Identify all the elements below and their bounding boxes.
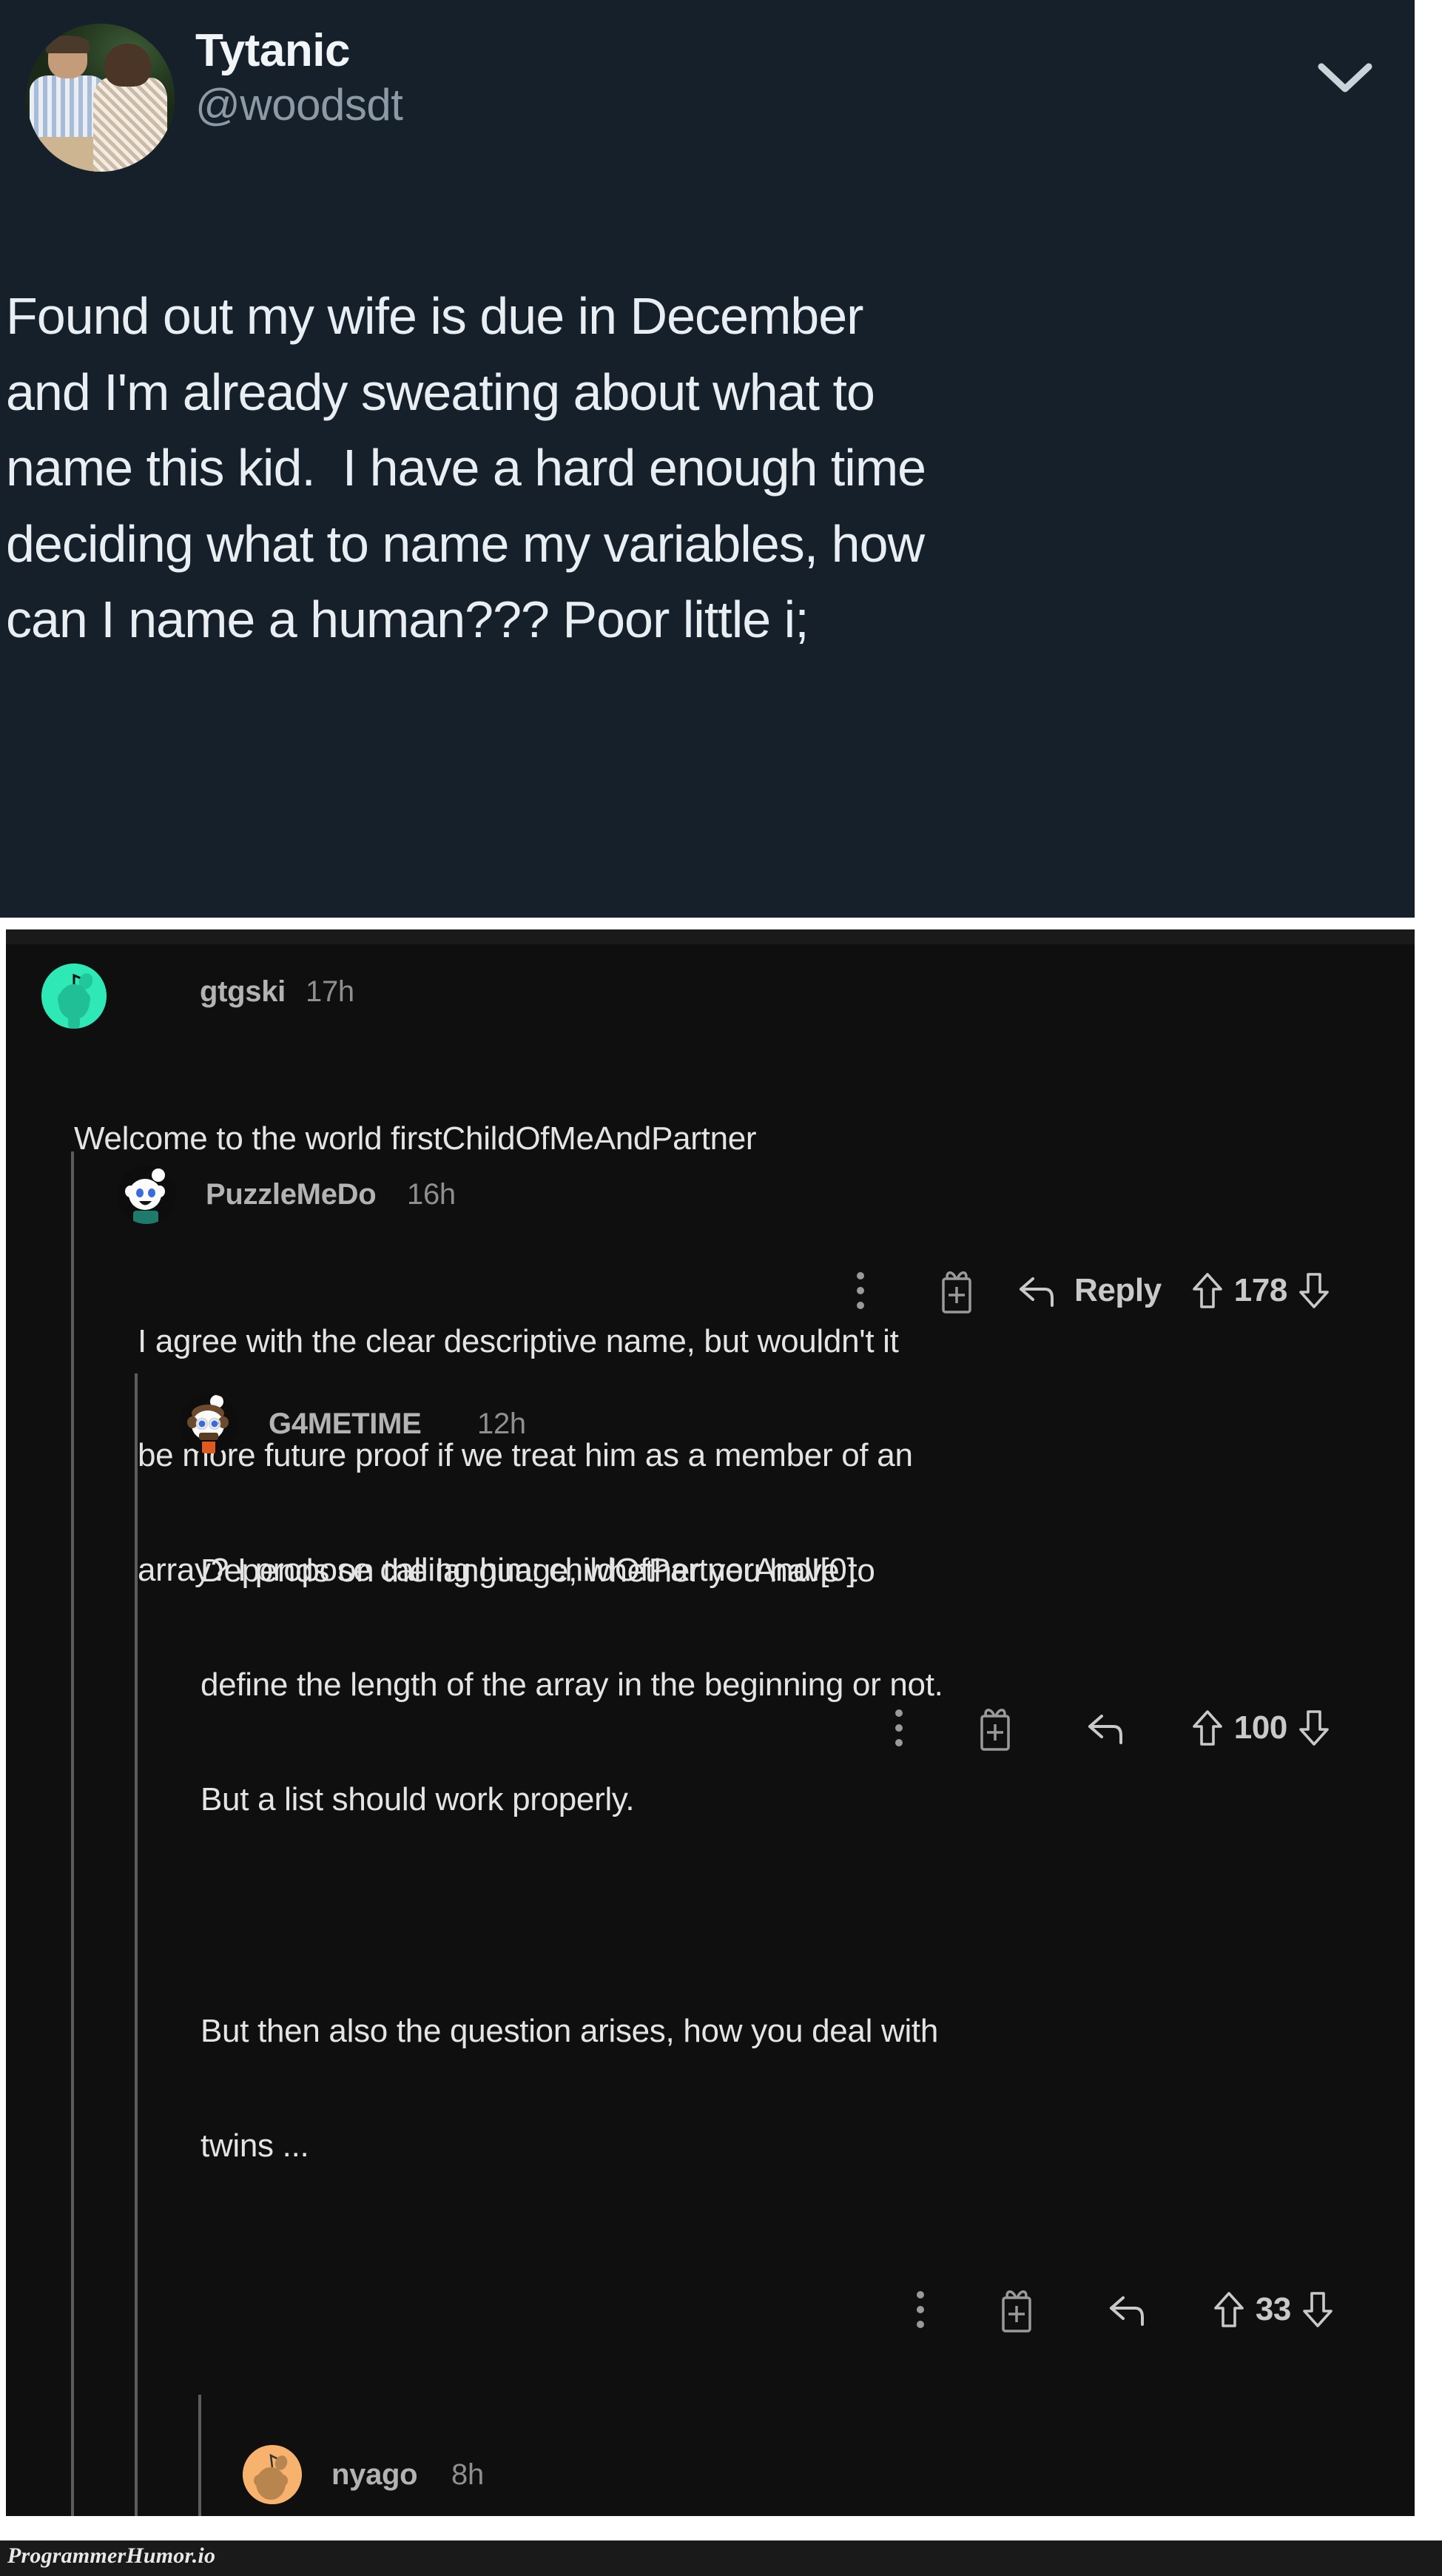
comment-header: gtgski 17h	[6, 959, 1415, 1030]
comment-header: G4METIME 12h	[135, 1388, 1415, 1459]
reply-button[interactable]	[1072, 2284, 1183, 2335]
vote-score: 33	[1255, 2290, 1292, 2327]
avatar[interactable]	[180, 1394, 239, 1453]
reply-arrow-icon	[1107, 2292, 1148, 2327]
bottom-margin	[0, 2516, 1442, 2540]
comment-body-line: I agree with the clear descriptive name,…	[138, 1322, 899, 1359]
avatar[interactable]	[41, 964, 107, 1029]
comment-body-line: Depends on the language, whether you hav…	[201, 1552, 875, 1589]
upvote-arrow-icon[interactable]	[1213, 2290, 1245, 2329]
comment-body-line: But a list should work properly.	[201, 1780, 635, 1817]
thread-top-bar	[6, 929, 1415, 944]
comment-header: PuzzleMeDo 16h	[73, 1159, 1415, 1230]
tweet-handle[interactable]: @woodsdt	[195, 79, 403, 130]
comment-timestamp: 8h	[451, 2458, 484, 2491]
tweet-text-line: and I'm already sweating about what to	[6, 363, 875, 421]
comment-author[interactable]: G4METIME	[269, 1408, 422, 1441]
comment-g4metime: G4METIME 12h Depends on the language, wh…	[135, 1388, 1415, 2335]
more-options-icon[interactable]	[880, 2284, 961, 2335]
comment-timestamp: 16h	[407, 1178, 456, 1211]
chevron-down-icon[interactable]	[1315, 58, 1375, 98]
downvote-arrow-icon[interactable]	[1301, 2290, 1334, 2329]
comment-body: Depends on the language, whether you hav…	[201, 1476, 1399, 2241]
comment-body-line: But then also the question arises, how y…	[201, 2013, 939, 2050]
vote-group: 33	[1213, 2290, 1334, 2329]
comment-actions: 33	[135, 2284, 1334, 2335]
comment-body-line: Welcome to the world firstChildOfMeAndPa…	[74, 1120, 757, 1157]
avatar[interactable]	[117, 1165, 176, 1224]
tweet-text-line: deciding what to name my variables, how	[6, 514, 925, 573]
tweet-text-line: name this kid. I have a hard enough time	[6, 439, 926, 497]
comment-author[interactable]: PuzzleMeDo	[206, 1178, 377, 1211]
tweet-text: Found out my wife is due in December and…	[6, 287, 1404, 668]
watermark-label: ProgrammerHumor.io	[7, 2543, 216, 2568]
comment-header: nyago 8h	[198, 2439, 1415, 2510]
watermark-bar	[0, 2540, 1442, 2576]
comment-author[interactable]: nyago	[331, 2458, 418, 2492]
comment-author[interactable]: gtgski	[200, 975, 286, 1009]
comment-body-line: twins ...	[201, 2127, 309, 2164]
avatar[interactable]	[27, 24, 175, 172]
comment-timestamp: 12h	[477, 1408, 526, 1440]
panel-divider	[0, 918, 1442, 929]
tweet-text-line: can I name a human??? Poor little i;	[6, 591, 809, 649]
tweet-author-block: Tytanic @woodsdt	[195, 27, 403, 130]
tweet-header: Tytanic @woodsdt	[10, 10, 1401, 188]
tweet-card: Tytanic @woodsdt Found out my wife is du…	[0, 0, 1415, 918]
avatar-person-right	[92, 43, 172, 172]
give-award-icon[interactable]	[961, 2284, 1072, 2335]
right-margin	[1415, 0, 1442, 2540]
tweet-text-line: Found out my wife is due in December	[6, 287, 863, 345]
reddit-comment-thread: gtgski 17h Welcome to the world firstChi…	[6, 929, 1415, 2540]
comment-nyago: nyago 8h	[198, 2439, 1415, 2510]
comment-body-line: define the length of the array in the be…	[201, 1667, 943, 1704]
comment-timestamp: 17h	[306, 975, 354, 1008]
avatar[interactable]	[243, 2445, 302, 2504]
tweet-display-name[interactable]: Tytanic	[195, 27, 402, 75]
